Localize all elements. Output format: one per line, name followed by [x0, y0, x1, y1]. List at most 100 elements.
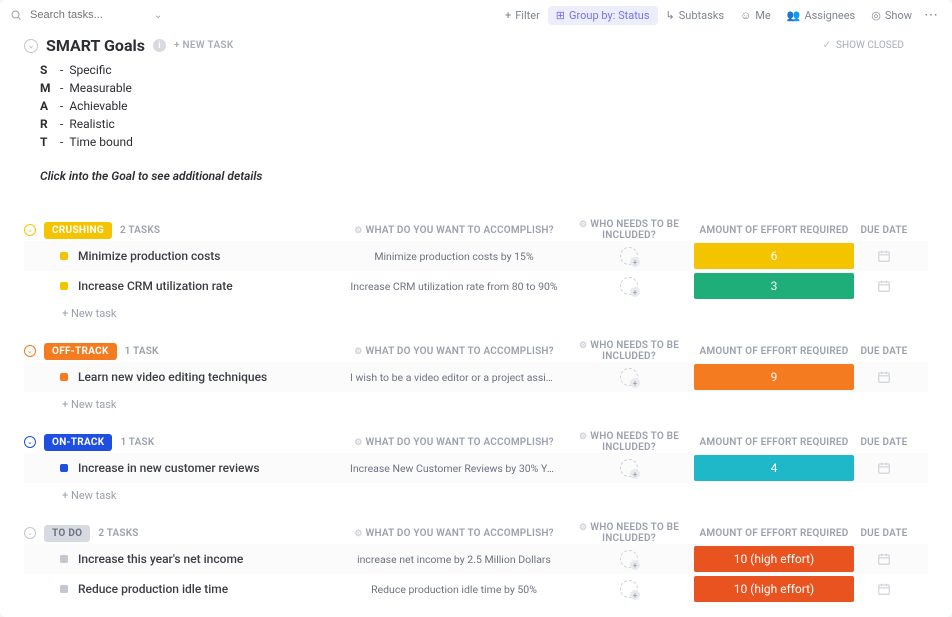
task-name[interactable]: Increase this year's net income	[78, 552, 243, 566]
subtasks-label: Subtasks	[679, 9, 724, 22]
assignee-add-icon[interactable]	[620, 368, 638, 386]
col-included[interactable]: ⚙WHO NEEDS TO BE INCLUDED?	[564, 340, 694, 362]
group-collapse-toggle[interactable]: ⌄	[24, 345, 36, 357]
col-included[interactable]: ⚙WHO NEEDS TO BE INCLUDED?	[564, 522, 694, 544]
task-effort[interactable]: 3	[694, 273, 854, 299]
task-included[interactable]	[564, 277, 694, 295]
task-effort[interactable]: 4	[694, 455, 854, 481]
col-due[interactable]: DUE DATE	[854, 225, 914, 236]
gear-icon: ⚙	[354, 438, 362, 448]
col-accomplish[interactable]: ⚙WHAT DO YOU WANT TO ACCOMPLISH?	[344, 346, 564, 357]
task-effort[interactable]: 10 (high effort)	[694, 546, 854, 572]
status-pill[interactable]: TO DO	[44, 525, 90, 542]
filter-chip[interactable]: +Filter	[497, 6, 548, 25]
me-chip[interactable]: ☺Me	[732, 6, 779, 25]
task-due[interactable]	[854, 461, 914, 475]
col-due[interactable]: DUE DATE	[854, 528, 914, 539]
col-due[interactable]: DUE DATE	[854, 437, 914, 448]
add-task-button[interactable]: + New task	[24, 392, 928, 411]
page-title: SMART Goals	[46, 36, 145, 55]
group-collapse-toggle[interactable]: ⌄	[24, 436, 36, 448]
task-due[interactable]	[854, 582, 914, 596]
col-effort[interactable]: AMOUNT OF EFFORT REQUIRED	[694, 437, 854, 448]
col-included[interactable]: ⚙WHO NEEDS TO BE INCLUDED?	[564, 219, 694, 241]
group-collapse-toggle[interactable]: ⌄	[24, 527, 36, 539]
app-frame: ⌄ +Filter ⊞Group by: Status ↳Subtasks ☺M…	[0, 0, 952, 617]
task-effort[interactable]: 9	[694, 364, 854, 390]
assignee-add-icon[interactable]	[620, 277, 638, 295]
status-square-icon[interactable]	[60, 282, 68, 290]
new-task-button[interactable]: + NEW TASK	[174, 40, 234, 51]
task-due[interactable]	[854, 552, 914, 566]
task-accomplish[interactable]: Increase New Customer Reviews by 30% Yea…	[344, 462, 564, 475]
col-accomplish[interactable]: ⚙WHAT DO YOU WANT TO ACCOMPLISH?	[344, 225, 564, 236]
status-pill[interactable]: OFF-TRACK	[44, 343, 117, 360]
task-accomplish[interactable]: increase net income by 2.5 Million Dolla…	[344, 553, 564, 566]
assignee-add-icon[interactable]	[620, 459, 638, 477]
search-input[interactable]	[28, 8, 148, 22]
task-effort[interactable]: 10 (high effort)	[694, 576, 854, 602]
group-header: ⌄ OFF-TRACK 1 TASK ⚙WHAT DO YOU WANT TO …	[24, 340, 928, 362]
smart-letter: R	[40, 115, 54, 133]
col-accomplish[interactable]: ⚙WHAT DO YOU WANT TO ACCOMPLISH?	[344, 437, 564, 448]
task-due[interactable]	[854, 370, 914, 384]
status-square-icon[interactable]	[60, 373, 68, 381]
show-closed-label: SHOW CLOSED	[836, 40, 904, 51]
col-effort[interactable]: AMOUNT OF EFFORT REQUIRED	[694, 225, 854, 236]
task-name[interactable]: Minimize production costs	[78, 249, 220, 263]
assignee-add-icon[interactable]	[620, 550, 638, 568]
smart-row: S-Specific	[40, 61, 928, 79]
assignees-chip[interactable]: 👥Assignees	[779, 6, 864, 25]
subtasks-chip[interactable]: ↳Subtasks	[658, 6, 733, 25]
task-row[interactable]: Reduce production idle time Reduce produ…	[24, 574, 928, 604]
status-pill[interactable]: ON-TRACK	[44, 434, 112, 451]
status-pill[interactable]: CRUSHING	[44, 222, 112, 239]
task-accomplish[interactable]: Increase CRM utilization rate from 80 to…	[344, 280, 564, 293]
task-included[interactable]	[564, 580, 694, 598]
assignee-add-icon[interactable]	[620, 247, 638, 265]
more-menu[interactable]: ⋯	[920, 7, 942, 23]
task-name[interactable]: Increase CRM utilization rate	[78, 279, 233, 293]
collapse-toggle[interactable]: ⌄	[24, 39, 38, 53]
add-task-button[interactable]: + New task	[24, 301, 928, 320]
col-accomplish[interactable]: ⚙WHAT DO YOU WANT TO ACCOMPLISH?	[344, 528, 564, 539]
groupby-chip[interactable]: ⊞Group by: Status	[548, 6, 658, 25]
col-effort[interactable]: AMOUNT OF EFFORT REQUIRED	[694, 528, 854, 539]
task-row[interactable]: Learn new video editing techniques I wis…	[24, 362, 928, 392]
task-row[interactable]: Increase in new customer reviews Increas…	[24, 453, 928, 483]
col-included[interactable]: ⚙WHO NEEDS TO BE INCLUDED?	[564, 431, 694, 453]
col-due[interactable]: DUE DATE	[854, 346, 914, 357]
status-square-icon[interactable]	[60, 555, 68, 563]
show-closed-button[interactable]: ✓ SHOW CLOSED	[823, 40, 928, 51]
show-chip[interactable]: ◎Show	[863, 6, 920, 25]
info-icon[interactable]: i	[153, 39, 166, 52]
task-name[interactable]: Increase in new customer reviews	[78, 461, 260, 475]
task-accomplish[interactable]: Minimize production costs by 15%	[344, 250, 564, 263]
task-included[interactable]	[564, 247, 694, 265]
task-included[interactable]	[564, 459, 694, 477]
group-collapse-toggle[interactable]: ⌄	[24, 224, 36, 236]
task-row[interactable]: Increase this year's net income increase…	[24, 544, 928, 574]
chevron-down-icon[interactable]: ⌄	[154, 10, 162, 21]
task-effort[interactable]: 6	[694, 243, 854, 269]
task-row[interactable]: Increase CRM utilization rate Increase C…	[24, 271, 928, 301]
status-square-icon[interactable]	[60, 464, 68, 472]
assignees-label: Assignees	[804, 9, 855, 22]
task-name[interactable]: Reduce production idle time	[78, 582, 228, 596]
smart-dash: -	[60, 97, 63, 115]
status-square-icon[interactable]	[60, 252, 68, 260]
task-included[interactable]	[564, 368, 694, 386]
task-name[interactable]: Learn new video editing techniques	[78, 370, 267, 384]
task-row[interactable]: Minimize production costs Minimize produ…	[24, 241, 928, 271]
task-included[interactable]	[564, 550, 694, 568]
add-task-button[interactable]: + New task	[24, 483, 928, 502]
smart-row: R-Realistic	[40, 115, 928, 133]
search-wrap[interactable]: ⌄	[10, 8, 230, 22]
task-due[interactable]	[854, 249, 914, 263]
col-effort[interactable]: AMOUNT OF EFFORT REQUIRED	[694, 346, 854, 357]
task-accomplish[interactable]: Reduce production idle time by 50%	[344, 583, 564, 596]
task-due[interactable]	[854, 279, 914, 293]
status-square-icon[interactable]	[60, 585, 68, 593]
assignee-add-icon[interactable]	[620, 580, 638, 598]
task-accomplish[interactable]: I wish to be a video editor or a project…	[344, 371, 564, 384]
